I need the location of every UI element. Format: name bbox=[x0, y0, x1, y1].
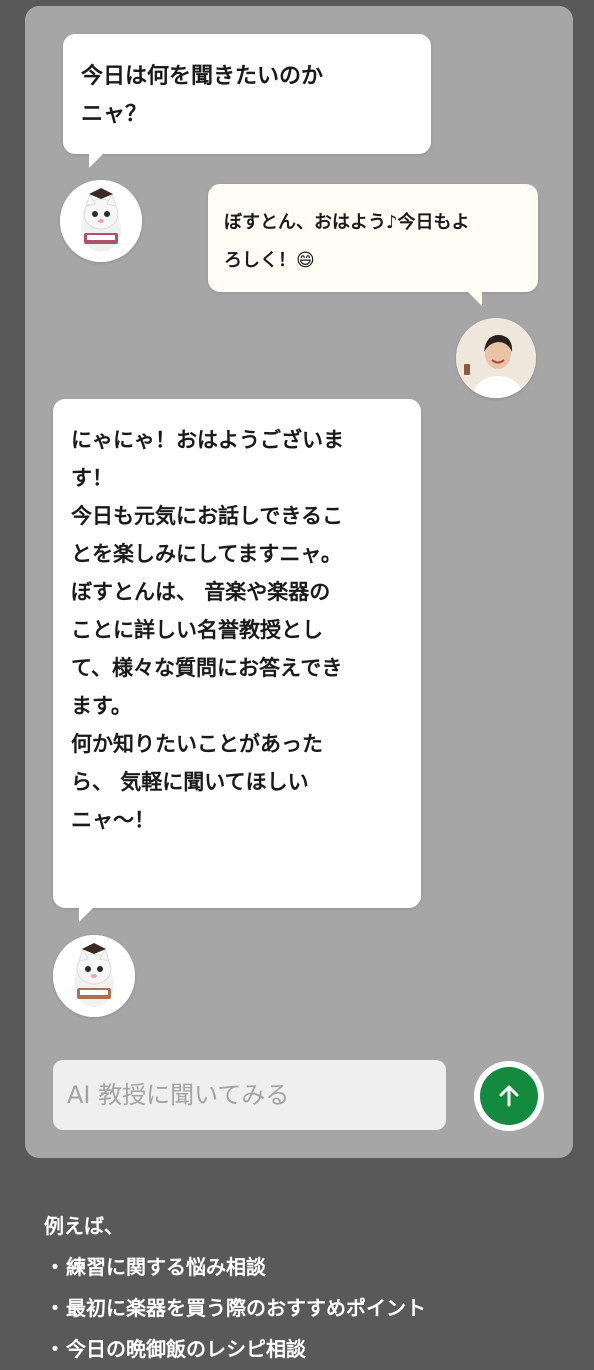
user-photo-icon bbox=[456, 318, 536, 398]
hint-item-label: 今日の晩御飯のレシピ相談 bbox=[66, 1337, 306, 1361]
cat-professor-icon bbox=[60, 180, 142, 262]
hints-list: ・練習に関する悩み相談 ・最初に楽器を買う際のおすすめポイント ・今日の晩御飯の… bbox=[44, 1247, 426, 1370]
bot-message-bubble: にゃにゃ！おはようございま す！ 今日も元気にお話しできるこ とを楽しみにしてま… bbox=[53, 399, 421, 922]
hints-title: 例えば、 bbox=[44, 1214, 124, 1238]
user-message-bubble: ぼすとん、おはよう♪今日もよ ろしく！😄 bbox=[208, 184, 538, 306]
bot-message-bubble: 今日は何を聞きたいのか ニャ？ bbox=[63, 34, 431, 168]
hint-item: ・今日の晩御飯のレシピ相談 bbox=[45, 1337, 306, 1361]
user-avatar bbox=[456, 318, 536, 398]
chat-input[interactable] bbox=[53, 1060, 446, 1130]
hint-item: ・最初に楽器を買う際のおすすめポイント bbox=[45, 1296, 426, 1320]
hint-item: ・練習に関する悩み相談 bbox=[45, 1255, 266, 1279]
example-hints: 例えば、 ・練習に関する悩み相談 ・最初に楽器を買う際のおすすめポイント ・今日… bbox=[44, 1206, 426, 1370]
cat-professor-avatar bbox=[53, 935, 135, 1017]
send-button-circle bbox=[480, 1067, 538, 1125]
cat-professor-avatar bbox=[60, 180, 142, 262]
arrow-up-icon bbox=[499, 1085, 519, 1107]
cat-professor-icon bbox=[53, 935, 135, 1017]
hint-item-label: 練習に関する悩み相談 bbox=[66, 1255, 266, 1279]
send-button[interactable] bbox=[474, 1061, 544, 1131]
hint-item-label: 最初に楽器を買う際のおすすめポイント bbox=[66, 1296, 426, 1320]
